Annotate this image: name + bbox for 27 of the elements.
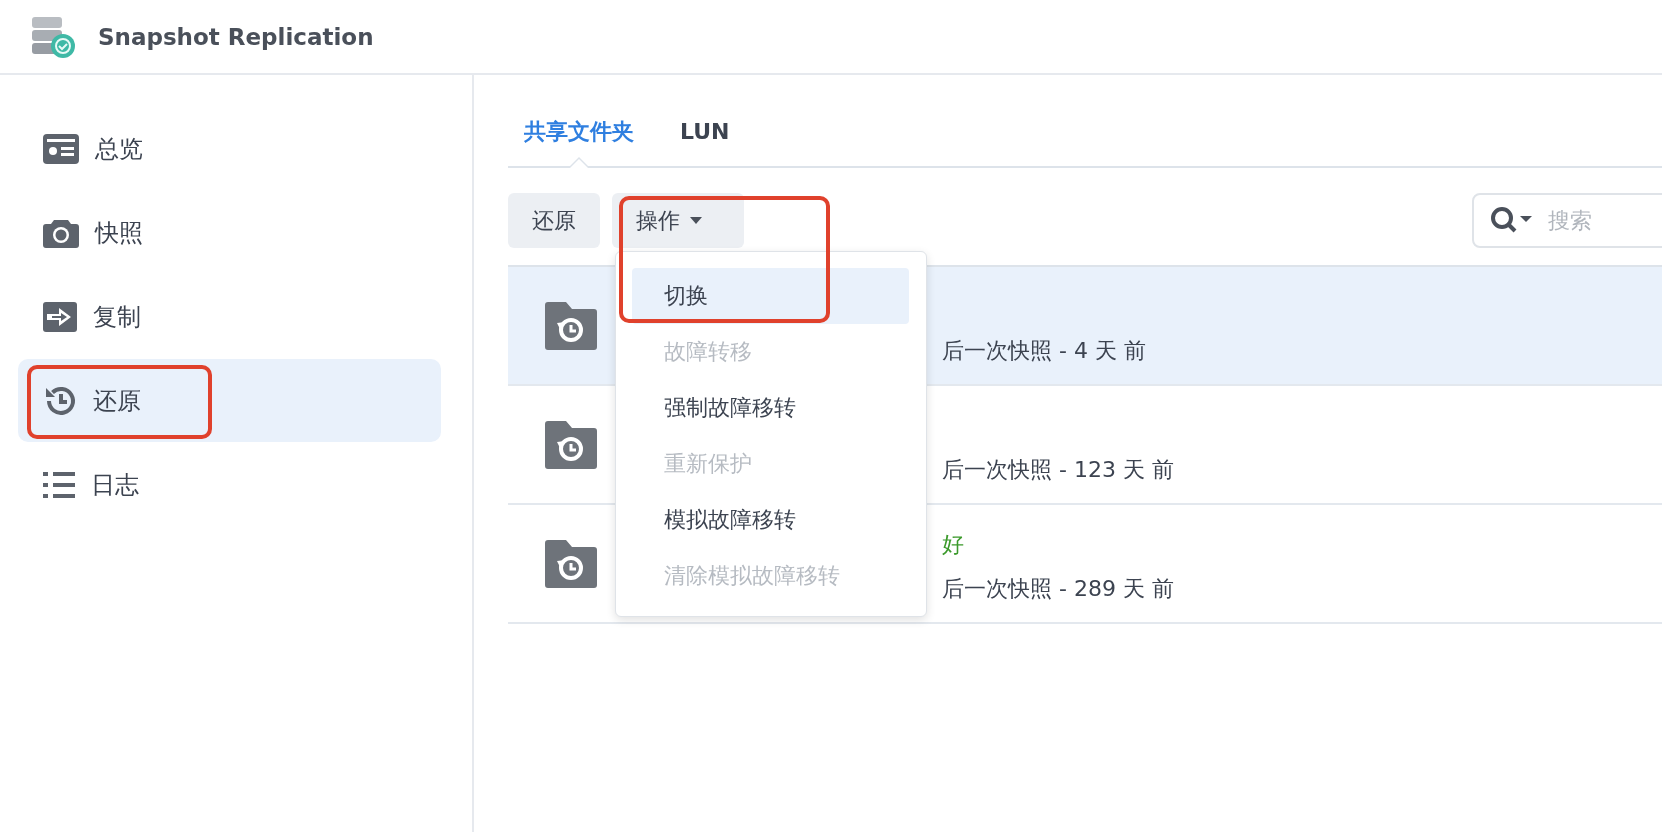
tab[interactable]: 共享文件夹 [508,75,650,166]
app-logo-icon [30,14,76,59]
arrow-box-icon [43,301,77,332]
sidebar-item[interactable]: 复制 [18,275,441,358]
history-icon [43,384,77,417]
sidebar-item[interactable]: 还原 [18,359,441,442]
sidebar-item[interactable]: 快照 [18,191,441,274]
folder-restore-icon [545,539,597,588]
last-snapshot-text: 后一次快照 - 289 天 前 [942,575,1174,603]
camera-icon [43,217,79,248]
tab[interactable]: LUN [664,75,746,166]
list-icon [43,471,75,498]
caret-icon [690,217,702,224]
actions-button[interactable]: 操作 [612,193,744,248]
last-snapshot-text: 后一次快照 - 123 天 前 [942,456,1174,484]
restore-button[interactable]: 还原 [508,193,600,248]
app-title: Snapshot Replication [98,23,374,50]
id-card-icon [43,133,79,164]
status-text: 好 [942,531,965,559]
folder-restore-icon [545,420,597,469]
search-icon [1490,206,1534,234]
folder-restore-icon [545,301,597,350]
menu-item[interactable]: 切换 [632,268,909,324]
sidebar-item[interactable]: 日志 [18,443,441,526]
search-field[interactable]: 搜索 [1472,193,1662,248]
sidebar-item[interactable]: 总览 [18,107,441,190]
last-snapshot-text: 后一次快照 - 4 天 前 [942,337,1146,365]
